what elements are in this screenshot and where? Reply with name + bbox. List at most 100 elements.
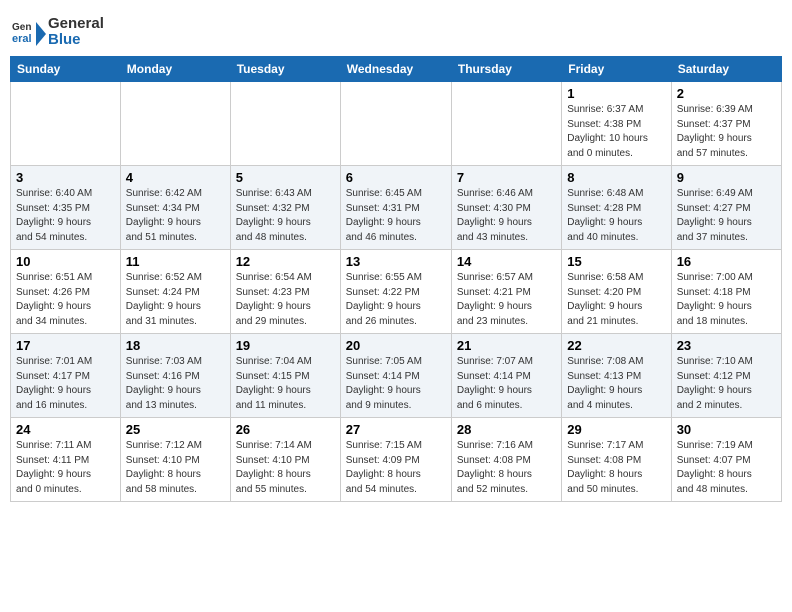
day-info: Sunrise: 6:51 AMSunset: 4:26 PMDaylight:… — [16, 271, 115, 329]
calendar-day-cell: 29 Sunrise: 7:17 AMSunset: 4:08 PMDayligh… — [562, 418, 671, 502]
calendar-day-cell: 16 Sunrise: 7:00 AMSunset: 4:18 PMDayligh… — [671, 250, 781, 334]
calendar-day-cell: 12 Sunrise: 6:54 AMSunset: 4:23 PMDayligh… — [230, 250, 340, 334]
day-info: Sunrise: 6:52 AMSunset: 4:24 PMDaylight:… — [126, 271, 225, 329]
day-info: Sunrise: 6:46 AMSunset: 4:30 PMDaylight:… — [457, 187, 556, 245]
calendar-week-row: 10 Sunrise: 6:51 AMSunset: 4:26 PMDayligh… — [11, 250, 782, 334]
calendar-day-cell: 25Sunrise: 7:12 AMSunset: 4:10 PMDayligh… — [120, 418, 230, 502]
calendar-day-cell: 4Sunrise: 6:42 AMSunset: 4:34 PMDaylight… — [120, 166, 230, 250]
day-number: 12 — [236, 254, 335, 269]
day-info: Sunrise: 7:01 AMSunset: 4:17 PMDaylight:… — [16, 355, 115, 413]
calendar-day-cell: 2Sunrise: 6:39 AMSunset: 4:37 PMDaylight… — [671, 82, 781, 166]
day-number: 16 — [677, 254, 776, 269]
calendar-day-cell: 18 Sunrise: 7:03 AMSunset: 4:16 PMDayligh… — [120, 334, 230, 418]
day-number: 2 — [677, 86, 776, 101]
svg-text:Gen: Gen — [12, 22, 31, 33]
day-info: Sunrise: 6:40 AMSunset: 4:35 PMDaylight:… — [16, 187, 115, 245]
calendar-table: SundayMondayTuesdayWednesdayThursdayFrid… — [10, 56, 782, 502]
day-info: Sunrise: 6:49 AMSunset: 4:27 PMDaylight:… — [677, 187, 776, 245]
day-number: 30 — [677, 422, 776, 437]
calendar-day-cell — [230, 82, 340, 166]
calendar-week-row: 17Sunrise: 7:01 AMSunset: 4:17 PMDayligh… — [11, 334, 782, 418]
day-info: Sunrise: 7:16 AMSunset: 4:08 PMDaylight:… — [457, 439, 556, 497]
calendar-day-cell: 7Sunrise: 6:46 AMSunset: 4:30 PMDaylight… — [451, 166, 561, 250]
day-info: Sunrise: 6:55 AMSunset: 4:22 PMDaylight:… — [346, 271, 446, 329]
day-number: 1 — [567, 86, 665, 101]
day-number: 3 — [16, 170, 115, 185]
calendar-day-cell: 23Sunrise: 7:10 AMSunset: 4:12 PMDayligh… — [671, 334, 781, 418]
day-number: 23 — [677, 338, 776, 353]
day-number: 19 — [236, 338, 335, 353]
weekday-header: Tuesday — [230, 57, 340, 82]
calendar-day-cell: 14 Sunrise: 6:57 AMSunset: 4:21 PMDayligh… — [451, 250, 561, 334]
day-number: 29 — [567, 422, 665, 437]
day-info: Sunrise: 6:45 AMSunset: 4:31 PMDaylight:… — [346, 187, 446, 245]
day-info: Sunrise: 6:48 AMSunset: 4:28 PMDaylight:… — [567, 187, 665, 245]
day-info: Sunrise: 6:58 AMSunset: 4:20 PMDaylight:… — [567, 271, 665, 329]
day-info: Sunrise: 6:42 AMSunset: 4:34 PMDaylight:… — [126, 187, 225, 245]
calendar-day-cell: 9 Sunrise: 6:49 AMSunset: 4:27 PMDaylight… — [671, 166, 781, 250]
day-info: Sunrise: 6:54 AMSunset: 4:23 PMDaylight:… — [236, 271, 335, 329]
day-number: 15 — [567, 254, 665, 269]
calendar-header-row: SundayMondayTuesdayWednesdayThursdayFrid… — [11, 57, 782, 82]
calendar-day-cell — [11, 82, 121, 166]
calendar-day-cell: 13 Sunrise: 6:55 AMSunset: 4:22 PMDayligh… — [340, 250, 451, 334]
weekday-header: Thursday — [451, 57, 561, 82]
calendar-day-cell: 28 Sunrise: 7:16 AMSunset: 4:08 PMDayligh… — [451, 418, 561, 502]
day-info: Sunrise: 7:04 AMSunset: 4:15 PMDaylight:… — [236, 355, 335, 413]
day-number: 10 — [16, 254, 115, 269]
calendar-day-cell: 26 Sunrise: 7:14 AMSunset: 4:10 PMDayligh… — [230, 418, 340, 502]
calendar-day-cell: 3 Sunrise: 6:40 AMSunset: 4:35 PMDaylight… — [11, 166, 121, 250]
weekday-header: Wednesday — [340, 57, 451, 82]
weekday-header: Monday — [120, 57, 230, 82]
day-number: 18 — [126, 338, 225, 353]
calendar-day-cell: 30 Sunrise: 7:19 AMSunset: 4:07 PMDayligh… — [671, 418, 781, 502]
calendar-day-cell: 22Sunrise: 7:08 AMSunset: 4:13 PMDayligh… — [562, 334, 671, 418]
day-info: Sunrise: 7:00 AMSunset: 4:18 PMDaylight:… — [677, 271, 776, 329]
calendar-day-cell: 8 Sunrise: 6:48 AMSunset: 4:28 PMDaylight… — [562, 166, 671, 250]
day-number: 13 — [346, 254, 446, 269]
weekday-header: Sunday — [11, 57, 121, 82]
day-info: Sunrise: 7:14 AMSunset: 4:10 PMDaylight:… — [236, 439, 335, 497]
day-number: 28 — [457, 422, 556, 437]
calendar-day-cell: 10 Sunrise: 6:51 AMSunset: 4:26 PMDayligh… — [11, 250, 121, 334]
calendar-week-row: 3 Sunrise: 6:40 AMSunset: 4:35 PMDaylight… — [11, 166, 782, 250]
calendar-day-cell: 24 Sunrise: 7:11 AMSunset: 4:11 PMDayligh… — [11, 418, 121, 502]
svg-text:eral: eral — [12, 33, 32, 45]
calendar-day-cell: 11 Sunrise: 6:52 AMSunset: 4:24 PMDayligh… — [120, 250, 230, 334]
day-info: Sunrise: 6:37 AMSunset: 4:38 PMDaylight:… — [567, 103, 665, 161]
weekday-header: Friday — [562, 57, 671, 82]
calendar-day-cell — [451, 82, 561, 166]
day-number: 9 — [677, 170, 776, 185]
day-number: 8 — [567, 170, 665, 185]
calendar-day-cell: 27 Sunrise: 7:15 AMSunset: 4:09 PMDayligh… — [340, 418, 451, 502]
calendar-day-cell: 20Sunrise: 7:05 AMSunset: 4:14 PMDayligh… — [340, 334, 451, 418]
day-number: 5 — [236, 170, 335, 185]
page-header: Gen eral General Blue — [10, 10, 782, 50]
calendar-week-row: 24 Sunrise: 7:11 AMSunset: 4:11 PMDayligh… — [11, 418, 782, 502]
day-number: 14 — [457, 254, 556, 269]
day-info: Sunrise: 7:07 AMSunset: 4:14 PMDaylight:… — [457, 355, 556, 413]
calendar-week-row: 1 Sunrise: 6:37 AMSunset: 4:38 PMDaylight… — [11, 82, 782, 166]
calendar-day-cell: 6Sunrise: 6:45 AMSunset: 4:31 PMDaylight… — [340, 166, 451, 250]
weekday-header: Saturday — [671, 57, 781, 82]
day-number: 22 — [567, 338, 665, 353]
calendar-body: 1 Sunrise: 6:37 AMSunset: 4:38 PMDaylight… — [11, 82, 782, 502]
day-info: Sunrise: 7:11 AMSunset: 4:11 PMDaylight:… — [16, 439, 115, 497]
day-number: 24 — [16, 422, 115, 437]
calendar-day-cell: 1 Sunrise: 6:37 AMSunset: 4:38 PMDaylight… — [562, 82, 671, 166]
day-info: Sunrise: 6:57 AMSunset: 4:21 PMDaylight:… — [457, 271, 556, 329]
day-info: Sunrise: 7:17 AMSunset: 4:08 PMDaylight:… — [567, 439, 665, 497]
day-number: 20 — [346, 338, 446, 353]
day-info: Sunrise: 7:15 AMSunset: 4:09 PMDaylight:… — [346, 439, 446, 497]
calendar-day-cell: 19 Sunrise: 7:04 AMSunset: 4:15 PMDayligh… — [230, 334, 340, 418]
day-number: 26 — [236, 422, 335, 437]
day-info: Sunrise: 7:19 AMSunset: 4:07 PMDaylight:… — [677, 439, 776, 497]
day-number: 27 — [346, 422, 446, 437]
calendar-day-cell: 17Sunrise: 7:01 AMSunset: 4:17 PMDayligh… — [11, 334, 121, 418]
day-info: Sunrise: 6:43 AMSunset: 4:32 PMDaylight:… — [236, 187, 335, 245]
day-number: 11 — [126, 254, 225, 269]
day-number: 21 — [457, 338, 556, 353]
day-info: Sunrise: 7:03 AMSunset: 4:16 PMDaylight:… — [126, 355, 225, 413]
calendar-day-cell — [120, 82, 230, 166]
day-info: Sunrise: 7:12 AMSunset: 4:10 PMDaylight:… — [126, 439, 225, 497]
